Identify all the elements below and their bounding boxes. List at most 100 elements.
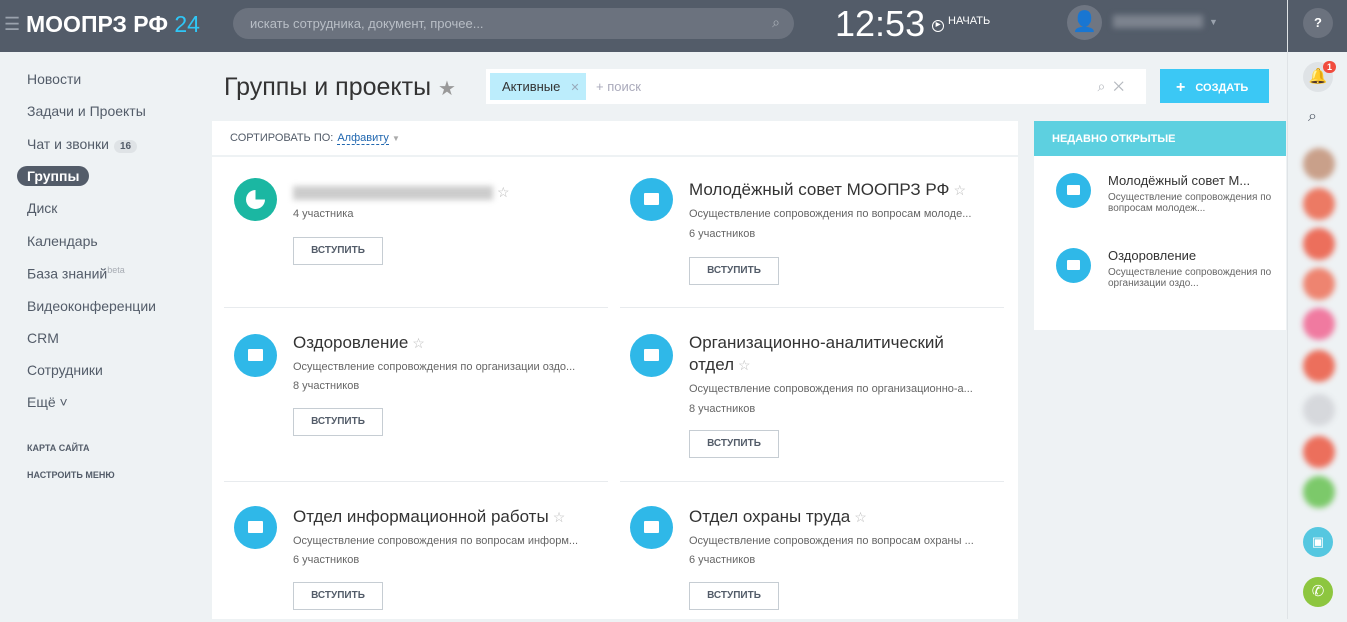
chat-count-badge: 16 [113,140,138,153]
create-label: СОЗДАТЬ [1195,82,1249,94]
page-title-text: Группы и проекты [224,73,432,101]
sidebar-item-tasks[interactable]: Задачи и Проекты [27,103,146,119]
sidebar-item-disk[interactable]: Диск [27,200,57,216]
star-icon[interactable]: ☆ [497,184,510,200]
search-placeholder: искать сотрудника, документ, прочее... [250,16,484,31]
join-button[interactable]: ВСТУПИТЬ [689,430,779,458]
star-icon[interactable]: ☆ [953,182,966,198]
contact-avatar[interactable] [1303,228,1335,260]
contact-avatar[interactable] [1303,436,1335,468]
close-icon[interactable]: ✕ [570,82,579,94]
group-members: 6 участников [689,554,756,566]
group-description: Осуществление сопровождения по вопросам … [293,535,579,547]
configure-menu-link[interactable]: НАСТРОИТЬ МЕНЮ [27,470,115,480]
join-button[interactable]: ВСТУПИТЬ [689,257,779,285]
sidebar-item-more[interactable]: Ещё ˅ [27,394,68,410]
sidebar-item-label: Чат и звонки [27,136,109,152]
group-card: Организационно-аналитический отдел ☆ Осущ… [620,308,1004,482]
sidebar-item-calendar[interactable]: Календарь [27,233,98,249]
star-icon[interactable]: ☆ [738,357,751,373]
sort-dropdown[interactable]: Алфавиту [337,132,389,145]
search-icon[interactable]: ⌕ [1308,108,1317,126]
group-card: Молодёжный совет МООПРЗ РФ ☆ Осуществлени… [620,160,1004,308]
star-icon[interactable]: ☆ [553,509,566,525]
sidebar-item-knowledge[interactable]: База знанийbeta [27,265,125,282]
group-pie-icon[interactable] [234,178,277,221]
join-button[interactable]: ВСТУПИТЬ [293,408,383,436]
group-members: 6 участников [293,554,360,566]
group-title[interactable]: ☆ [293,182,593,202]
contact-avatar[interactable] [1303,308,1335,340]
sidebar-item-crm[interactable]: CRM [27,330,59,346]
group-title[interactable]: Организационно-аналитический отдел ☆ [689,332,989,376]
start-workday-button[interactable]: ▶ НАЧАТЬ [932,15,990,32]
join-button[interactable]: ВСТУПИТЬ [293,582,383,610]
recent-item-title: Молодёжный совет М... [1108,173,1251,188]
logo[interactable]: МООПРЗ РФ 24 [26,11,200,38]
devices-icon[interactable]: ▣ [1303,527,1333,557]
recent-item-title: Оздоровление [1108,248,1197,263]
sidebar-item-chat[interactable]: Чат и звонки 16 [27,136,138,153]
plus-icon: + [1176,79,1186,96]
group-card: ☆ 4 участника ВСТУПИТЬ [224,160,608,308]
group-title[interactable]: Отдел информационной работы ☆ [293,507,593,527]
group-title-text: Молодёжный совет МООПРЗ РФ [689,180,950,199]
chevron-down-icon[interactable]: ▼ [1209,17,1218,27]
search-icon[interactable]: ⌕ [1097,78,1113,94]
phone-icon[interactable]: ✆ [1303,577,1333,607]
global-search-input[interactable]: искать сотрудника, документ, прочее... ⌕ [233,8,794,39]
folder-icon[interactable] [234,506,277,549]
recently-opened-panel: НЕДАВНО ОТКРЫТЫЕ Молодёжный совет М... О… [1034,121,1286,330]
star-icon[interactable]: ☆ [854,509,867,525]
menu-icon[interactable]: ☰ [4,14,20,35]
join-button[interactable]: ВСТУПИТЬ [689,582,779,610]
group-title-text: Организационно-аналитический отдел [689,333,944,374]
star-icon[interactable]: ☆ [412,335,425,351]
play-icon: ▶ [932,20,944,32]
right-bar: ? 🔔 1 ⌕ ▣ ✆ [1287,0,1347,619]
star-icon[interactable]: ★ [438,78,456,100]
sidebar-item-news[interactable]: Новости [27,71,81,87]
user-name-blurred[interactable] [1113,15,1203,28]
group-members: 4 участника [293,208,354,220]
logo-text: МООПРЗ РФ [26,11,168,37]
sidebar-item-employees[interactable]: Сотрудники [27,362,103,378]
group-members: 6 участников [689,228,756,240]
sidebar-item-groups[interactable]: Группы [17,166,90,186]
blurred-title [293,185,493,200]
contact-avatar[interactable] [1303,148,1335,180]
contact-avatar[interactable] [1303,188,1335,220]
sort-bar: СОРТИРОВАТЬ ПО: Алфавиту ▼ [212,121,1018,157]
user-avatar[interactable]: 👤 [1067,5,1102,40]
group-title[interactable]: Отдел охраны труда ☆ [689,507,989,527]
filter-search-input[interactable]: Активные ✕ + поиск ⌕✕ [486,69,1146,104]
clock: 12:53 [835,3,926,44]
folder-icon [1056,248,1091,283]
group-card: Отдел информационной работы ☆ Осуществлен… [224,482,608,622]
chevron-down-icon[interactable]: ▼ [392,134,400,143]
folder-icon[interactable] [234,334,277,377]
contact-avatar[interactable] [1303,476,1335,508]
folder-icon[interactable] [630,506,673,549]
help-icon[interactable]: ? [1303,8,1333,38]
search-icon[interactable]: ⌕ [772,14,780,31]
group-members: 8 участников [293,380,360,392]
create-button[interactable]: + СОЗДАТЬ [1160,69,1269,103]
sitemap-link[interactable]: КАРТА САЙТА [27,443,89,453]
contact-avatar[interactable] [1303,350,1335,382]
chip-label: Активные [502,79,561,94]
groups-list: СОРТИРОВАТЬ ПО: Алфавиту ▼ ☆ 4 участника … [212,121,1018,619]
group-title[interactable]: Оздоровление ☆ [293,333,593,353]
contact-avatar[interactable] [1303,394,1335,426]
beta-label: beta [107,265,125,275]
contact-avatar[interactable] [1303,268,1335,300]
group-title[interactable]: Молодёжный совет МООПРЗ РФ ☆ [689,180,989,200]
folder-icon[interactable] [630,178,673,221]
filter-chip-active[interactable]: Активные ✕ [490,73,586,100]
clear-icon[interactable]: ✕ [1113,78,1132,94]
sidebar-item-label: База знаний [27,265,108,282]
join-button[interactable]: ВСТУПИТЬ [293,237,383,265]
group-description: Осуществление сопровождения по организац… [293,361,576,373]
sidebar-item-video[interactable]: Видеоконференции [27,298,156,314]
folder-icon[interactable] [630,334,673,377]
